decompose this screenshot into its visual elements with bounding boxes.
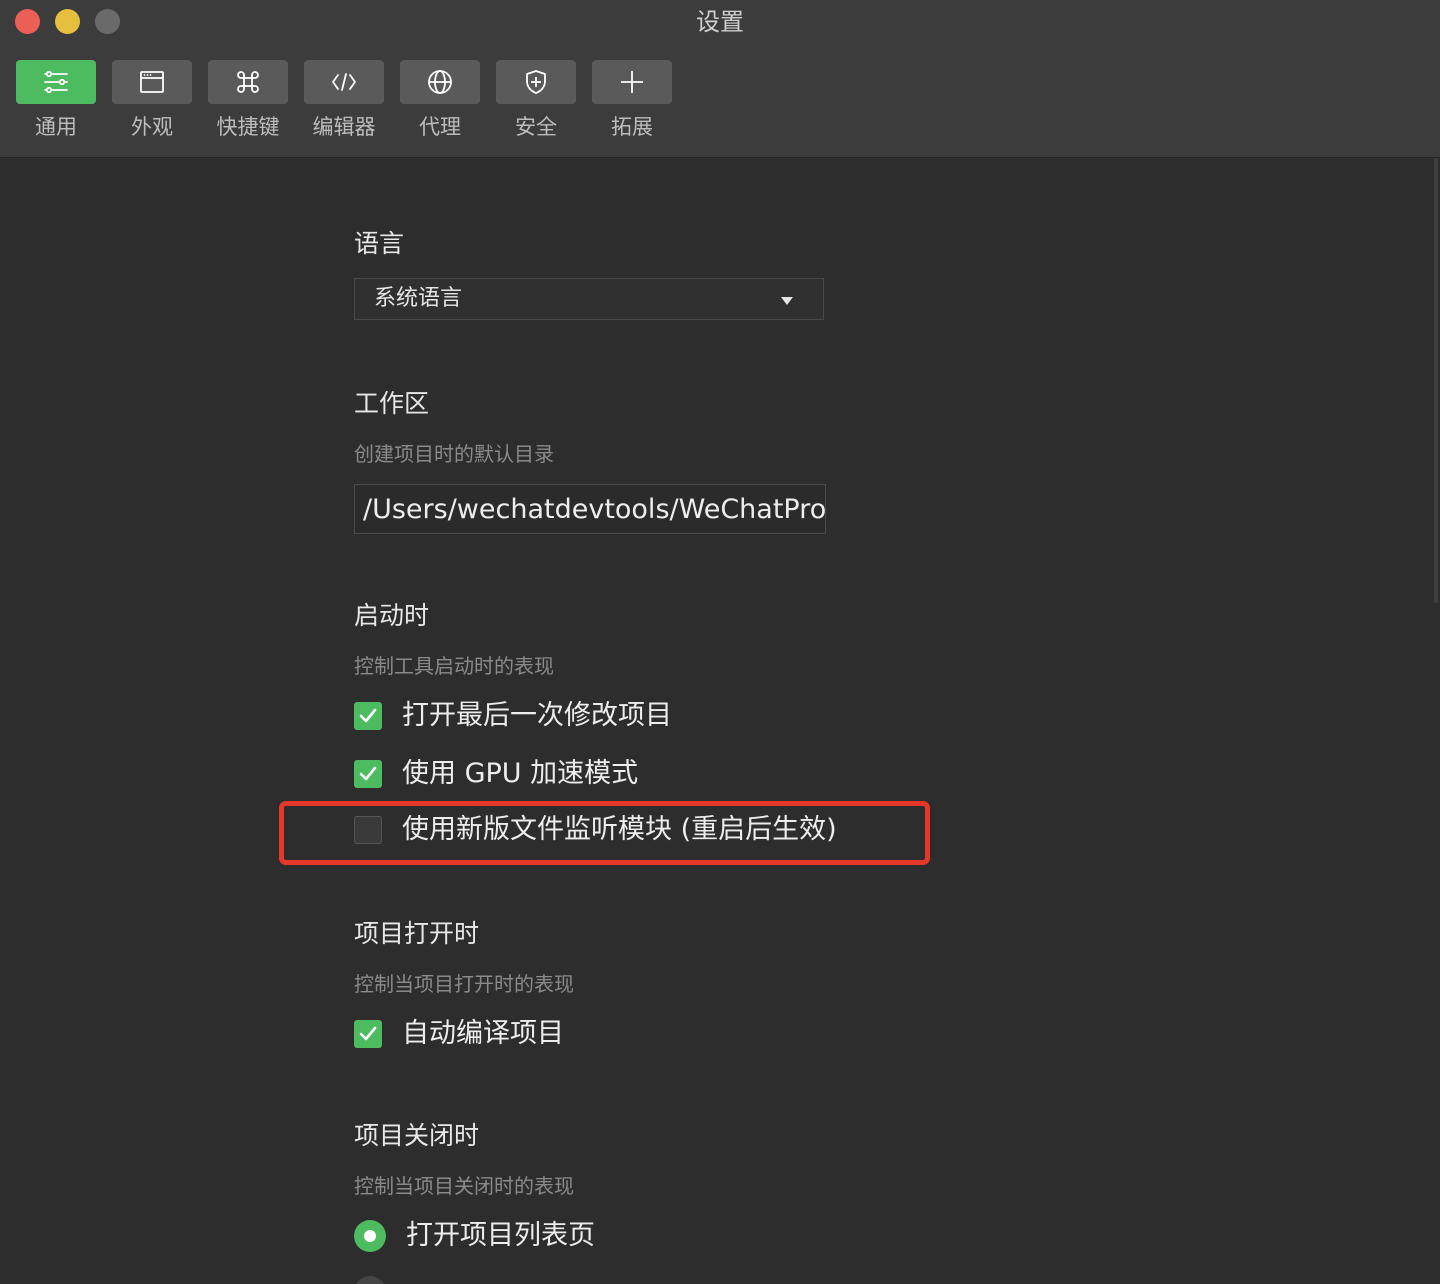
globe-icon (428, 70, 452, 94)
project-close-section-desc: 控制当项目关闭时的表现 (354, 1174, 574, 1198)
tab-appearance-button[interactable] (112, 60, 192, 104)
command-key-icon (237, 71, 259, 93)
code-icon (332, 73, 356, 91)
tab-security-label: 安全 (515, 115, 557, 139)
tab-extensions[interactable]: 拓展 (592, 60, 672, 140)
radio-selected[interactable] (354, 1220, 386, 1252)
sliders-icon (44, 70, 68, 94)
tab-editor-label: 编辑器 (312, 115, 376, 139)
window-icon (140, 71, 164, 93)
tab-shortcuts-button[interactable] (208, 60, 288, 104)
workspace-path-value: /Users/wechatdevtools/WeChatProjects (363, 494, 826, 525)
tab-proxy-label: 代理 (419, 115, 461, 139)
language-select-value: 系统语言 (374, 286, 463, 311)
checkbox-checked[interactable] (354, 1020, 382, 1048)
checkbox-label: 自动编译项目 (402, 1018, 564, 1049)
tab-general-button[interactable] (16, 60, 96, 104)
shield-icon (526, 70, 546, 94)
title-toolbar-area: 设置 通用 外观 快捷键 编辑器 代理 安全 拓展 (0, 0, 1440, 158)
workspace-section-desc: 创建项目时的默认目录 (354, 442, 554, 466)
tab-shortcuts[interactable]: 快捷键 (208, 60, 288, 140)
window-title: 设置 (696, 8, 744, 36)
project-open-section-desc: 控制当项目打开时的表现 (354, 972, 574, 996)
settings-window: 设置 通用 外观 快捷键 编辑器 代理 安全 拓展 语言 系统语言 工作区 创建… (0, 0, 1440, 1284)
checkbox-label: 打开最后一次修改项目 (402, 700, 672, 731)
startup-option-gpu-acceleration[interactable]: 使用 GPU 加速模式 (354, 758, 638, 790)
workspace-section-title: 工作区 (354, 389, 430, 418)
checkbox-checked[interactable] (354, 702, 382, 730)
checkmark-icon (359, 1026, 377, 1041)
workspace-path-input[interactable]: /Users/wechatdevtools/WeChatProjects (354, 484, 826, 534)
tab-extensions-button[interactable] (592, 60, 672, 104)
project-close-section-title: 项目关闭时 (354, 1121, 480, 1150)
radio-dot (364, 1230, 376, 1242)
project-close-option-next[interactable] (354, 1276, 386, 1284)
checkbox-checked[interactable] (354, 760, 382, 788)
startup-section-desc: 控制工具启动时的表现 (354, 654, 554, 678)
tab-extensions-label: 拓展 (611, 115, 653, 139)
plus-icon (621, 71, 643, 93)
tab-general-label: 通用 (35, 115, 77, 139)
tab-proxy[interactable]: 代理 (400, 60, 480, 140)
project-open-section-title: 项目打开时 (354, 919, 480, 948)
tab-shortcuts-label: 快捷键 (216, 115, 280, 139)
project-close-option-open-project-list[interactable]: 打开项目列表页 (354, 1220, 595, 1252)
startup-section-title: 启动时 (354, 601, 430, 630)
tab-editor-button[interactable] (304, 60, 384, 104)
scrollbar-thumb[interactable] (1434, 158, 1438, 603)
tab-appearance[interactable]: 外观 (112, 60, 192, 140)
tab-general[interactable]: 通用 (16, 60, 96, 140)
language-section-title: 语言 (354, 229, 405, 258)
language-select[interactable]: 系统语言 (354, 278, 824, 320)
checkmark-icon (359, 766, 377, 781)
checkbox-label: 使用 GPU 加速模式 (402, 758, 639, 789)
tab-security-button[interactable] (496, 60, 576, 104)
radio-label: 打开项目列表页 (406, 1220, 595, 1251)
scrollbar[interactable] (1432, 158, 1440, 1284)
tab-appearance-label: 外观 (131, 115, 173, 139)
radio-unselected[interactable] (354, 1276, 386, 1284)
startup-option-open-last-project[interactable]: 打开最后一次修改项目 (354, 700, 672, 732)
tab-editor[interactable]: 编辑器 (304, 60, 384, 140)
chevron-down-icon (781, 297, 793, 305)
tab-security[interactable]: 安全 (496, 60, 576, 140)
tab-proxy-button[interactable] (400, 60, 480, 104)
checkmark-icon (359, 708, 377, 723)
project-open-option-auto-compile[interactable]: 自动编译项目 (354, 1018, 564, 1050)
annotation-highlight-box (279, 801, 930, 865)
